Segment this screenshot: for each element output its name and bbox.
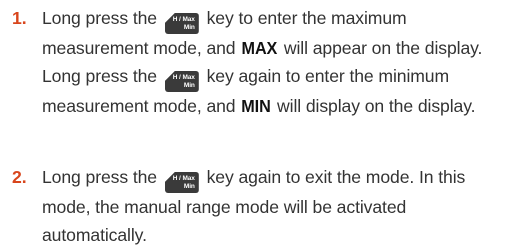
min-indicator: MIN	[241, 96, 271, 116]
hold-max-min-key-icon: H / Max Min	[164, 71, 199, 92]
step-text: Long press the H / Max Min key to enter t…	[42, 4, 502, 120]
step-text: Long press the H / Max Min key again to e…	[42, 167, 466, 245]
step-number: 2.	[12, 167, 27, 187]
step-1: 1. Long press the H / Max Min key to ente…	[12, 4, 502, 120]
hold-max-min-key-icon: H / Max Min	[164, 13, 199, 34]
hold-max-min-key-icon: H / Max Min	[164, 172, 199, 193]
step-2: 2. Long press the H / Max Min key again t…	[12, 163, 502, 249]
max-indicator: MAX	[241, 38, 278, 58]
step-number: 1.	[12, 8, 27, 28]
